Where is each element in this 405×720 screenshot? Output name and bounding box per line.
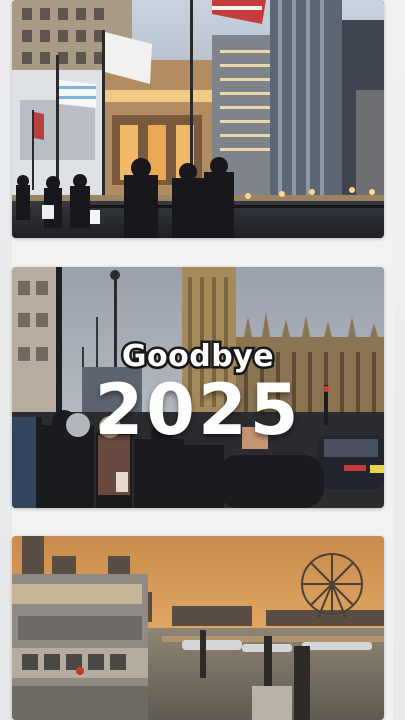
photo-card-city-dusk[interactable] <box>12 0 384 238</box>
photo-card-westminster[interactable]: Goodbye 2025 <box>12 267 384 508</box>
harbor-sunset-photo <box>12 536 384 720</box>
left-edge-strip <box>0 0 12 720</box>
photo-card-harbor-sunset[interactable] <box>12 536 384 720</box>
city-dusk-photo <box>12 0 384 238</box>
westminster-photo <box>12 267 384 508</box>
right-edge-strip <box>393 0 405 720</box>
